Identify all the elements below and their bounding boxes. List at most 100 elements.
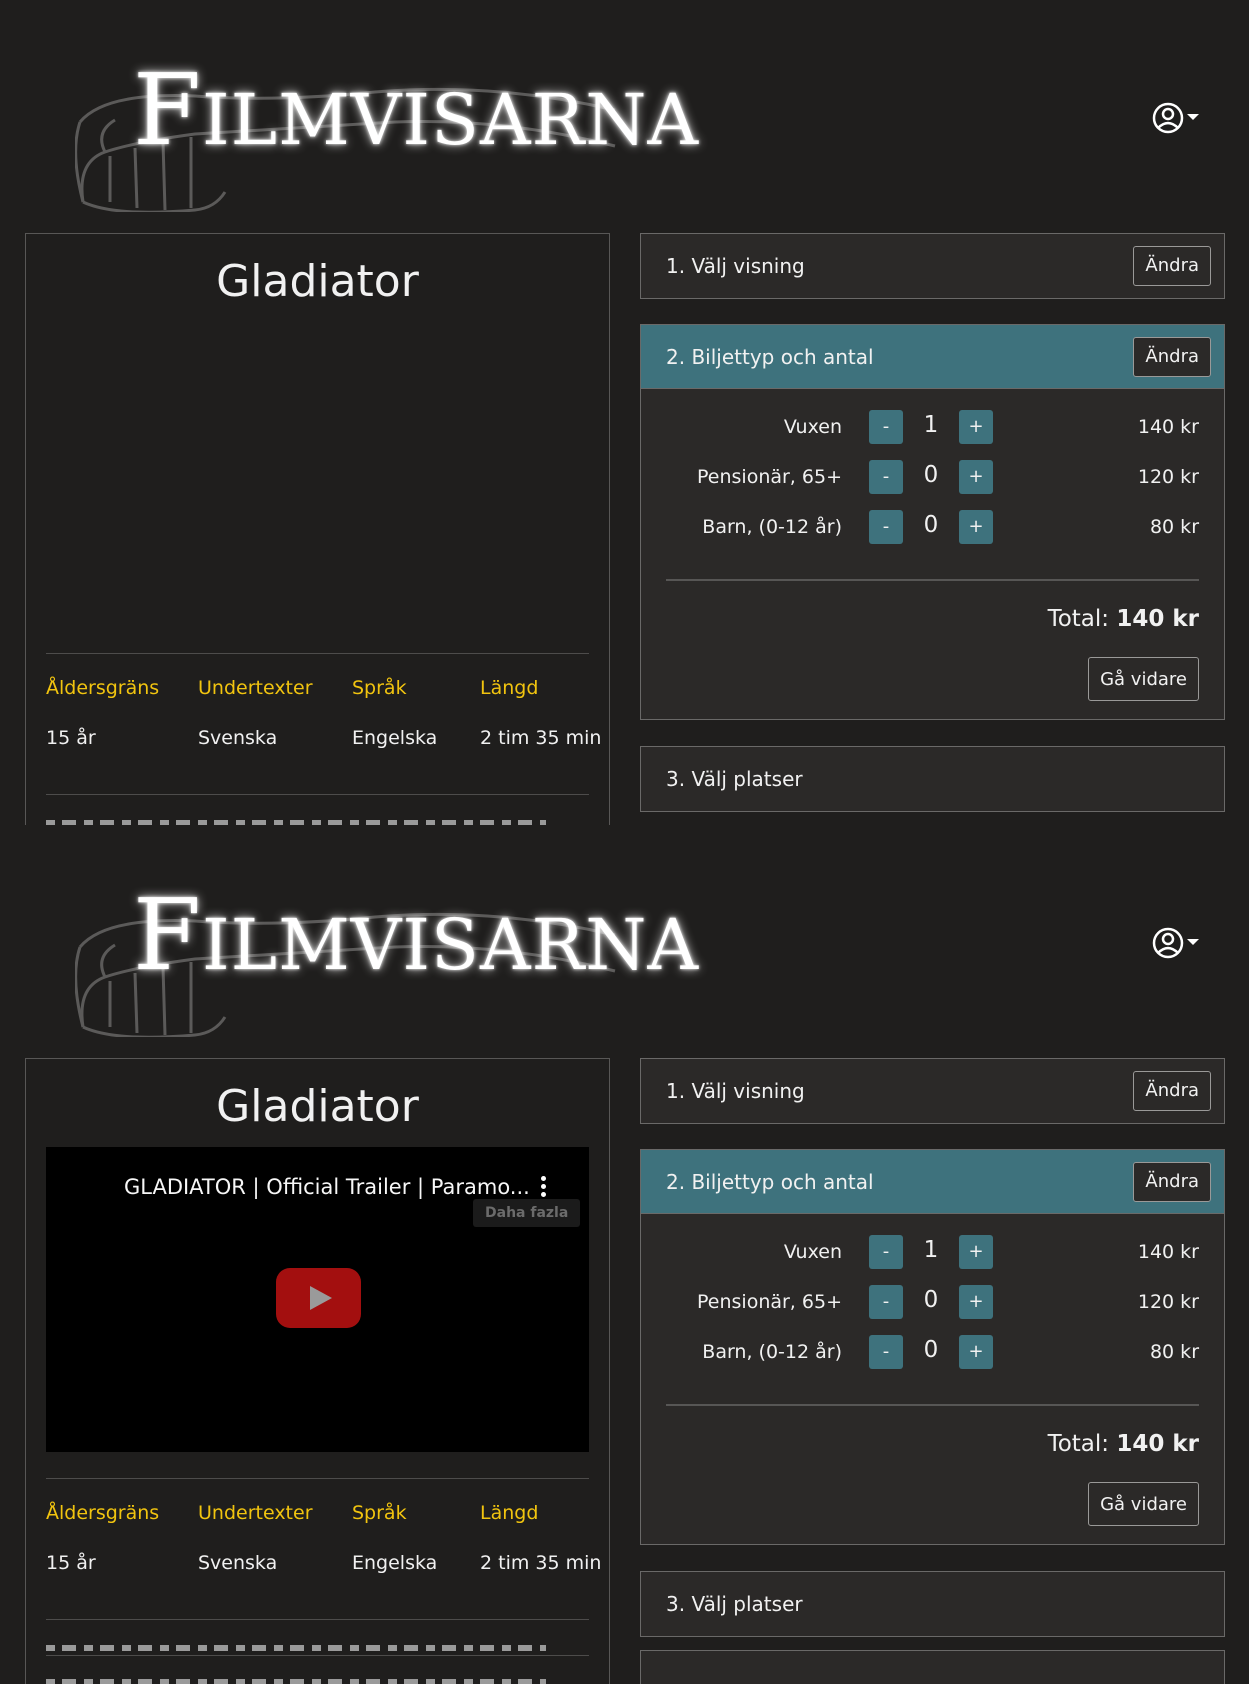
- step-title: 1. Välj visning: [666, 1079, 805, 1103]
- step-choose-showing: 1. Välj visning Ändra: [640, 1058, 1225, 1124]
- increase-button[interactable]: +: [959, 1235, 993, 1269]
- ticket-name: Vuxen: [783, 1241, 842, 1263]
- ticket-row-senior: Pensionär, 65+ - 0 + 120 kr: [641, 460, 1224, 496]
- step-title: 2. Biljettyp och antal: [666, 345, 874, 369]
- ticket-price: 140 kr: [1137, 416, 1199, 438]
- info-label-length: Längd: [480, 677, 539, 699]
- ticket-row-child: Barn, (0-12 år) - 0 + 80 kr: [641, 1335, 1224, 1371]
- info-label-language: Språk: [352, 1502, 407, 1524]
- decrease-button[interactable]: -: [869, 1335, 903, 1369]
- step-ticket-type: 2. Biljettyp och antal Ändra Vuxen - 1 +…: [640, 324, 1225, 720]
- page-state-before-trailer: FILMVISARNA Gladiator Åldersgräns Undert…: [0, 0, 1249, 825]
- ticket-count: 0: [923, 512, 939, 538]
- user-menu-toggle[interactable]: [1152, 925, 1204, 961]
- change-tickets-button[interactable]: Ändra: [1133, 1162, 1211, 1202]
- divider: [666, 579, 1199, 581]
- increase-button[interactable]: +: [959, 410, 993, 444]
- increase-button[interactable]: +: [959, 460, 993, 494]
- divider: [666, 1404, 1199, 1406]
- order-total: Total: 140 kr: [1047, 1431, 1199, 1457]
- step-choose-showing: 1. Välj visning Ändra: [640, 233, 1225, 299]
- step-choose-seats: 3. Välj platser: [640, 746, 1225, 812]
- info-value-subtitles: Svenska: [198, 727, 278, 749]
- decrease-button[interactable]: -: [869, 410, 903, 444]
- divider: [46, 1655, 589, 1656]
- increase-button[interactable]: +: [959, 510, 993, 544]
- change-showing-button[interactable]: Ändra: [1133, 1071, 1211, 1111]
- trailer-title[interactable]: GLADIATOR | Official Trailer | Paramo...: [124, 1175, 530, 1199]
- ticket-price: 120 kr: [1137, 466, 1199, 488]
- movie-info-card: Gladiator Åldersgräns Undertexter Språk …: [25, 233, 610, 825]
- divider: [46, 794, 589, 795]
- ticket-price: 140 kr: [1137, 1241, 1199, 1263]
- ticket-row-senior: Pensionär, 65+ - 0 + 120 kr: [641, 1285, 1224, 1321]
- brand-name: FILMVISARNA: [133, 54, 700, 168]
- ticket-row-child: Barn, (0-12 år) - 0 + 80 kr: [641, 510, 1224, 546]
- ticket-name: Barn, (0-12 år): [702, 1341, 842, 1363]
- user-menu-toggle[interactable]: [1152, 100, 1204, 136]
- info-value-language: Engelska: [352, 727, 438, 749]
- caret-down-icon: [1187, 939, 1199, 945]
- filmvisarna-logo[interactable]: FILMVISARNA: [75, 875, 698, 1037]
- ticket-price: 80 kr: [1149, 516, 1199, 538]
- info-label-age: Åldersgräns: [46, 1502, 160, 1524]
- step-title: 2. Biljettyp och antal: [666, 1170, 874, 1194]
- step-title: 3. Välj platser: [666, 1592, 803, 1616]
- info-value-age: 15 år: [46, 727, 96, 749]
- info-label-age: Åldersgräns: [46, 677, 160, 699]
- change-showing-button[interactable]: Ändra: [1133, 246, 1211, 286]
- info-value-age: 15 år: [46, 1552, 96, 1574]
- page-state-with-trailer: FILMVISARNA Gladiator GLADIATOR | Offici…: [0, 825, 1249, 1684]
- movie-title: Gladiator: [216, 256, 419, 307]
- change-tickets-button[interactable]: Ändra: [1133, 337, 1211, 377]
- ticket-name: Barn, (0-12 år): [702, 516, 842, 538]
- info-value-length: 2 tim 35 min: [480, 727, 602, 749]
- more-vertical-icon[interactable]: [536, 1174, 550, 1200]
- next-step-panel-partial: [640, 1650, 1225, 1684]
- total-amount: 140 kr: [1116, 1431, 1199, 1457]
- divider: [46, 653, 589, 654]
- trailer-video[interactable]: GLADIATOR | Official Trailer | Paramo...…: [46, 1147, 589, 1452]
- info-value-length: 2 tim 35 min: [480, 1552, 602, 1574]
- info-label-subtitles: Undertexter: [198, 1502, 313, 1524]
- decrease-button[interactable]: -: [869, 510, 903, 544]
- decrease-button[interactable]: -: [869, 1285, 903, 1319]
- ticket-price: 120 kr: [1137, 1291, 1199, 1313]
- user-circle-icon: [1152, 102, 1184, 134]
- movie-info-card: Gladiator GLADIATOR | Official Trailer |…: [25, 1058, 610, 1684]
- decrease-button[interactable]: -: [869, 460, 903, 494]
- info-label-language: Språk: [352, 677, 407, 699]
- total-amount: 140 kr: [1116, 606, 1199, 632]
- continue-button[interactable]: Gå vidare: [1088, 657, 1199, 701]
- movie-title: Gladiator: [216, 1081, 419, 1132]
- ticket-name: Vuxen: [783, 416, 842, 438]
- order-total: Total: 140 kr: [1047, 606, 1199, 632]
- info-label-length: Längd: [480, 1502, 539, 1524]
- step-choose-seats: 3. Välj platser: [640, 1571, 1225, 1637]
- filmvisarna-logo[interactable]: FILMVISARNA: [75, 50, 698, 212]
- ticket-count: 0: [923, 462, 939, 488]
- step-ticket-type: 2. Biljettyp och antal Ändra Vuxen - 1 +…: [640, 1149, 1225, 1545]
- caret-down-icon: [1187, 114, 1199, 120]
- ticket-row-adult: Vuxen - 1 + 140 kr: [641, 410, 1224, 446]
- description-cutoff: [46, 1645, 546, 1651]
- ticket-count: 0: [923, 1337, 939, 1363]
- youtube-play-icon[interactable]: [276, 1268, 361, 1328]
- user-circle-icon: [1152, 927, 1184, 959]
- ticket-count: 1: [923, 412, 939, 438]
- divider: [46, 1478, 589, 1479]
- tooltip: Daha fazla: [473, 1199, 581, 1227]
- decrease-button[interactable]: -: [869, 1235, 903, 1269]
- info-value-subtitles: Svenska: [198, 1552, 278, 1574]
- ticket-price: 80 kr: [1149, 1341, 1199, 1363]
- info-value-language: Engelska: [352, 1552, 438, 1574]
- increase-button[interactable]: +: [959, 1335, 993, 1369]
- info-label-subtitles: Undertexter: [198, 677, 313, 699]
- continue-button[interactable]: Gå vidare: [1088, 1482, 1199, 1526]
- description-cutoff: [46, 1679, 546, 1684]
- increase-button[interactable]: +: [959, 1285, 993, 1319]
- ticket-count: 1: [923, 1237, 939, 1263]
- brand-name: FILMVISARNA: [133, 879, 700, 993]
- ticket-count: 0: [923, 1287, 939, 1313]
- ticket-name: Pensionär, 65+: [697, 1291, 842, 1313]
